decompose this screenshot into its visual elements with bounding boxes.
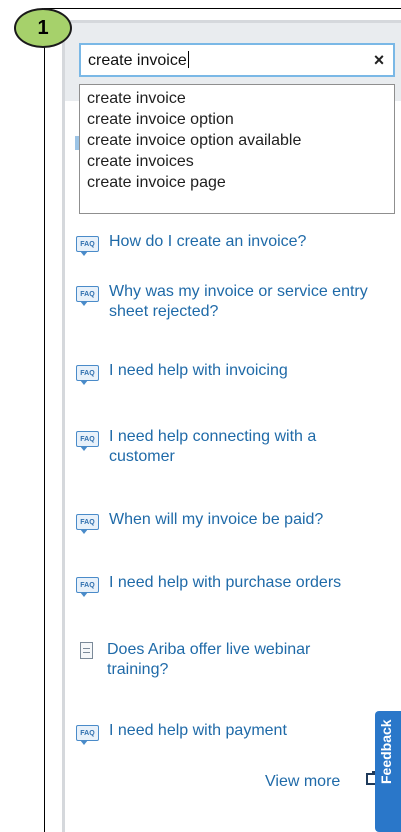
search-input[interactable]: create invoice × [79,43,395,77]
view-more-link[interactable]: View more [265,773,340,791]
faq-link[interactable]: I need help with purchase orders [109,573,341,593]
clear-search-icon[interactable]: × [365,50,393,71]
frame-line-left [44,8,45,832]
faq-icon: FAQ [76,577,99,597]
faq-link[interactable]: Does Ariba offer live webinar training? [107,640,310,680]
faq-item[interactable]: FAQ I need help with invoicing [76,361,288,385]
faq-item[interactable]: FAQ I need help with payment [76,721,287,745]
faq-item[interactable]: Does Ariba offer live webinar training? [76,640,310,680]
suggestion-item[interactable]: create invoice option available [80,130,394,151]
step-badge: 1 [14,8,72,48]
faq-item[interactable]: FAQ When will my invoice be paid? [76,510,323,534]
document-icon [80,642,93,659]
faq-link[interactable]: When will my invoice be paid? [109,510,323,530]
text-caret [187,50,189,68]
search-input-value[interactable]: create invoice [81,50,365,70]
faq-link[interactable]: Why was my invoice or service entry sheet… [109,282,368,322]
faq-icon: FAQ [76,514,99,534]
faq-icon: FAQ [76,431,99,451]
faq-item[interactable]: FAQ Why was my invoice or service entry s… [76,282,368,322]
feedback-tab[interactable]: Feedback [375,711,401,832]
frame-line-top [44,8,401,9]
search-suggestions: create invoice create invoice option cre… [79,84,395,214]
suggestion-item[interactable]: create invoice [80,88,394,109]
suggestion-item[interactable]: create invoice page [80,172,394,193]
faq-link[interactable]: How do I create an invoice? [109,232,306,252]
faq-link[interactable]: I need help connecting with a customer [109,427,316,467]
faq-link[interactable]: I need help with payment [109,721,287,741]
faq-icon: FAQ [76,365,99,385]
faq-item[interactable]: FAQ How do I create an invoice? [76,232,306,256]
faq-icon: FAQ [76,725,99,745]
suggestion-item[interactable]: create invoice option [80,109,394,130]
faq-item[interactable]: FAQ I need help connecting with a custome… [76,427,316,467]
faq-item[interactable]: FAQ I need help with purchase orders [76,573,341,597]
faq-icon: FAQ [76,286,99,306]
faq-link[interactable]: I need help with invoicing [109,361,288,381]
suggestion-item[interactable]: create invoices [80,151,394,172]
faq-icon: FAQ [76,236,99,256]
feedback-label: Feedback [378,719,394,784]
